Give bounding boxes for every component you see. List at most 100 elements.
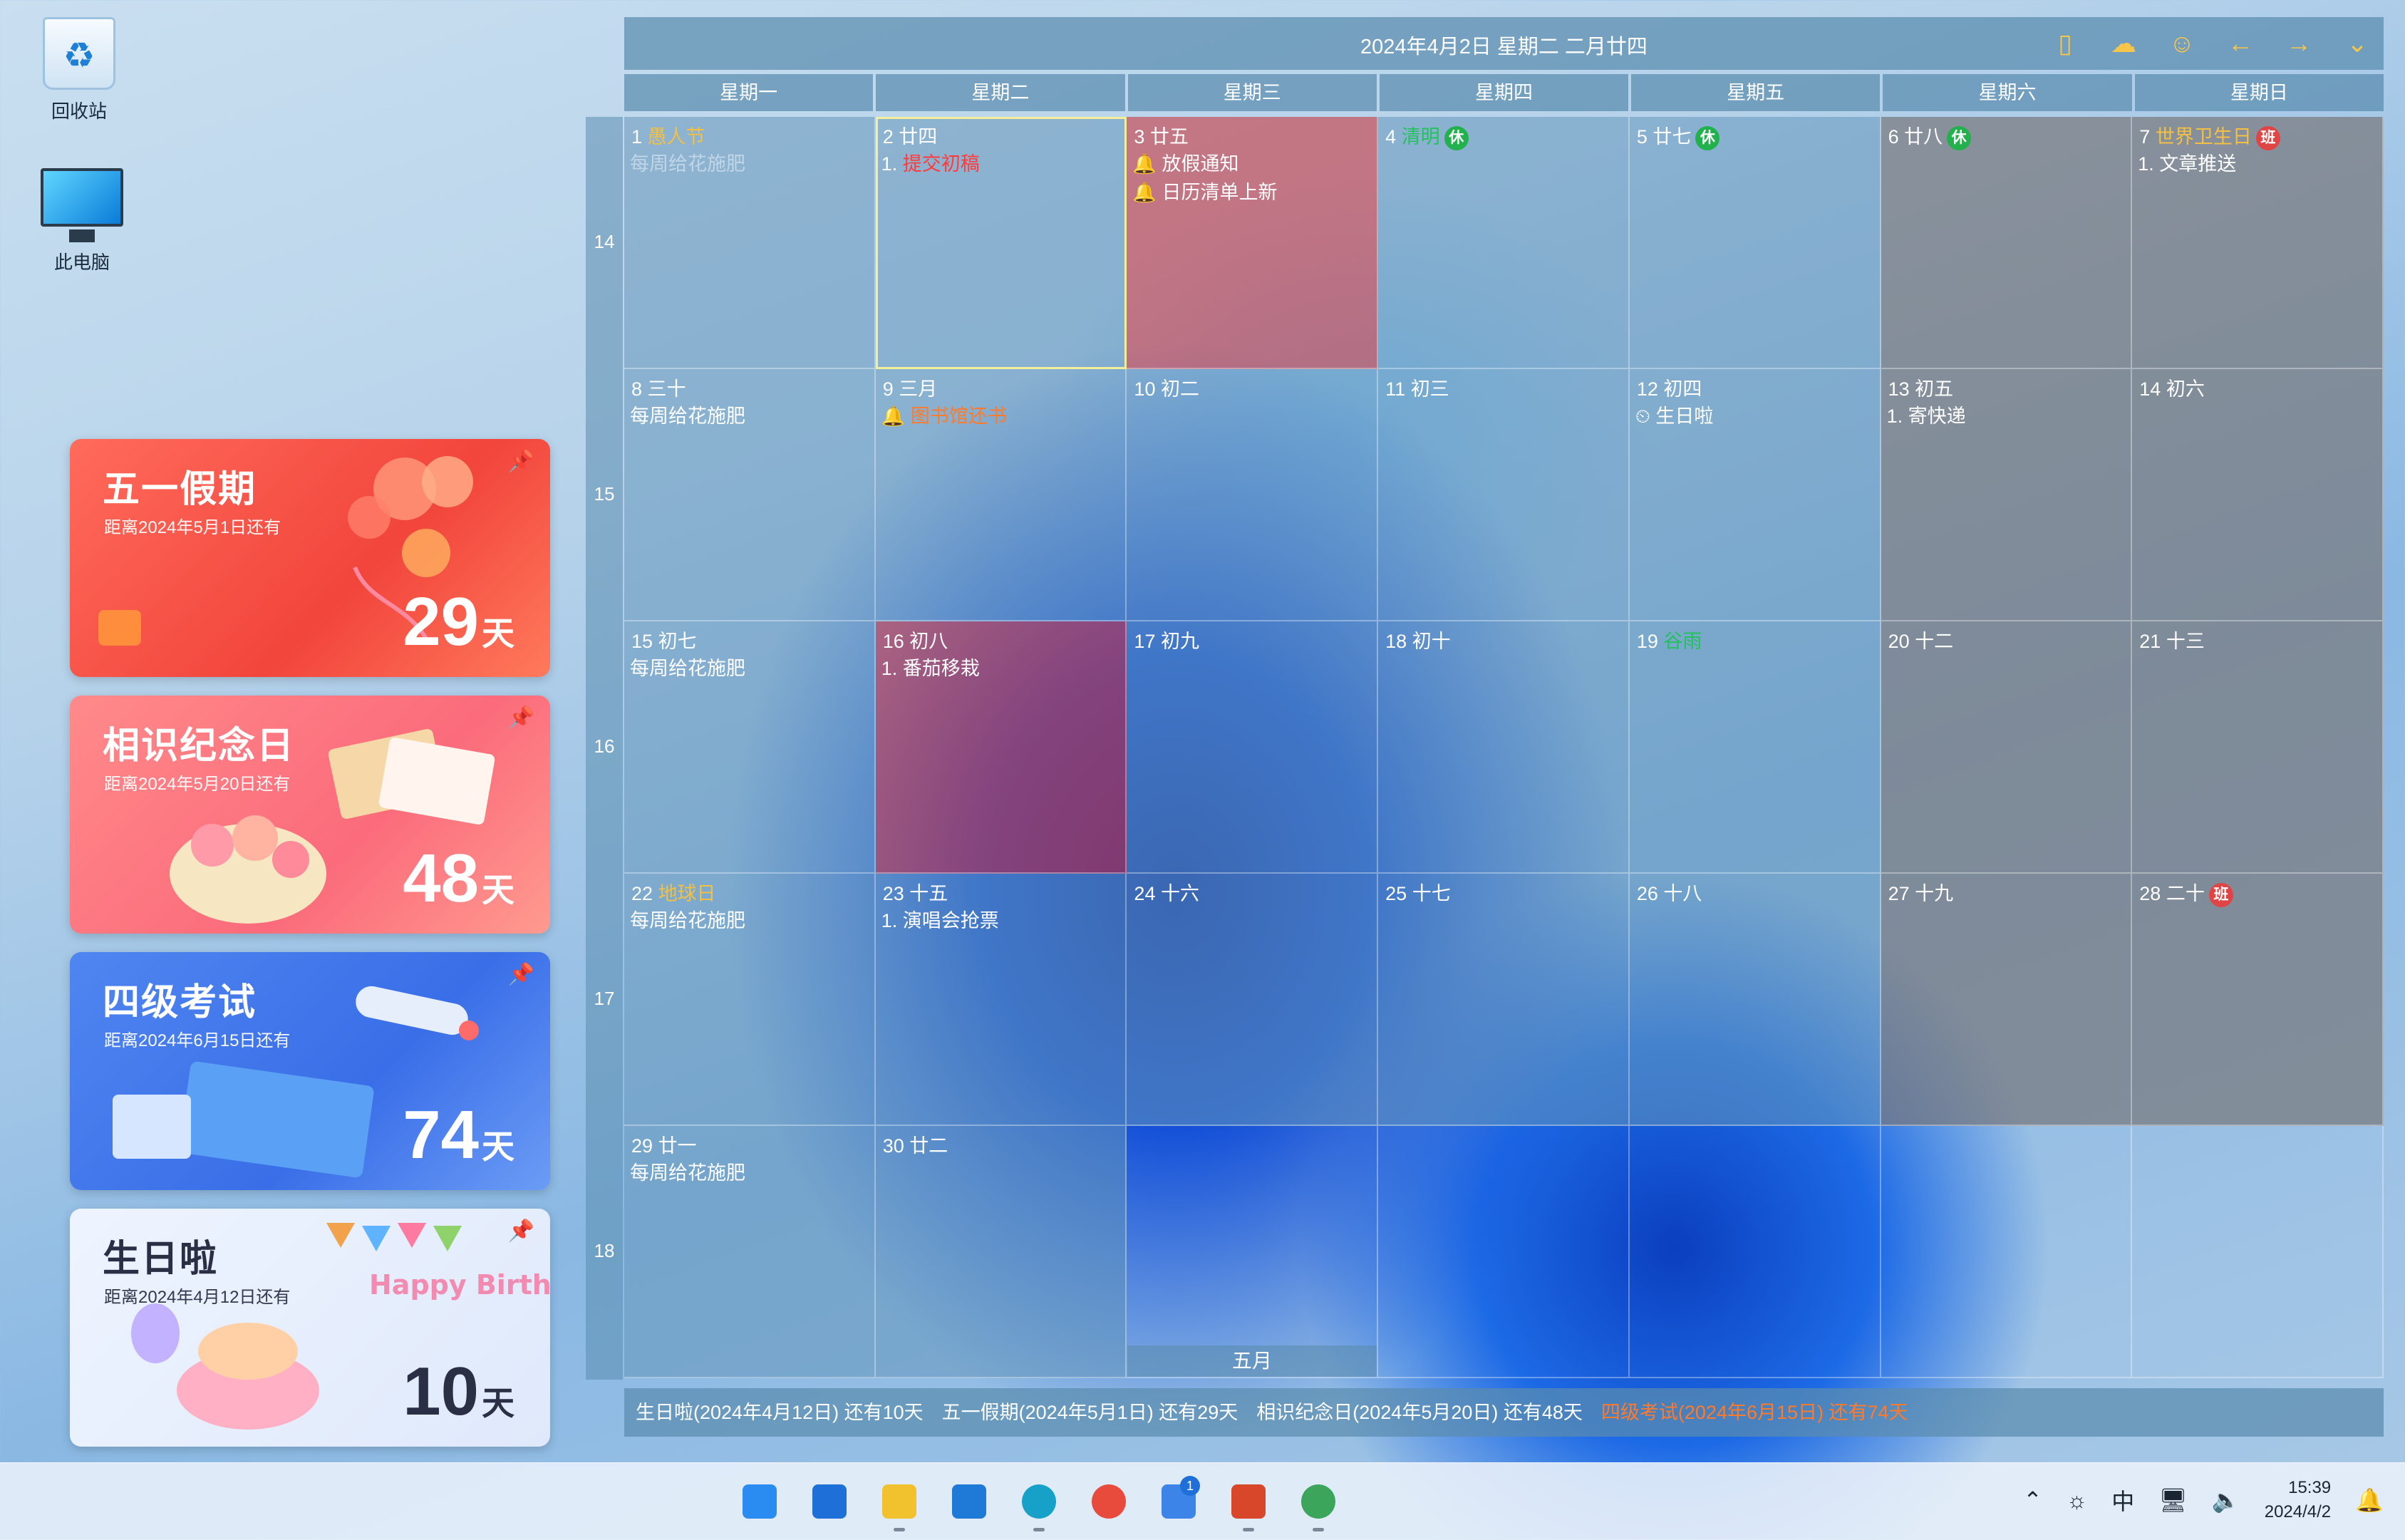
card-days-remaining: 29天 bbox=[403, 584, 514, 660]
event-item[interactable]: 🔔 放假通知 bbox=[1132, 148, 1238, 176]
day-cell[interactable]: 16 初八 1. 番茄移栽 bbox=[875, 621, 1127, 874]
weekday-header-row: 星期一 星期二 星期三 星期四 星期五 星期六 星期日 bbox=[624, 74, 2384, 111]
countdown-card-anniversary[interactable]: 相识纪念日 距离2024年5月20日还有 48天 📌 bbox=[70, 696, 550, 934]
card-title: 生日啦 bbox=[103, 1239, 219, 1280]
network-icon[interactable]: 🖥 bbox=[2158, 1487, 2188, 1514]
day-cell[interactable]: 3 廿五 🔔 放假通知 🔔 日历清单上新 bbox=[1127, 117, 1379, 369]
day-cell[interactable]: 27 十九 bbox=[1881, 874, 2133, 1126]
vscode-icon[interactable] bbox=[942, 1474, 996, 1529]
system-tray: ⌃ ☼ 中 🖥 🔈 15:39 2024/4/2 🔔 bbox=[2023, 1476, 2384, 1524]
arrow-left-icon[interactable]: ← bbox=[2224, 27, 2257, 60]
cloud-sync-icon[interactable]: ☁ bbox=[2107, 27, 2140, 60]
ime-indicator[interactable]: 中 bbox=[2111, 1484, 2134, 1516]
todo-icon[interactable]: 1 bbox=[1152, 1474, 1206, 1529]
day-cell[interactable]: 12 初四 ⏲ 生日啦 bbox=[1629, 369, 1881, 621]
week-number: 16 bbox=[594, 735, 615, 757]
day-cell[interactable]: 2 廿四 1. 提交初稿 bbox=[875, 117, 1127, 369]
countdown-card-birthday[interactable]: Happy BirthDay 生日啦 距离2024年4月12日还有 10天 📌 bbox=[70, 1209, 550, 1447]
user-icon[interactable]: ☺ bbox=[2166, 27, 2198, 60]
day-cell[interactable]: 6 廿八休 bbox=[1881, 117, 2133, 369]
start-icon[interactable] bbox=[733, 1474, 787, 1529]
day-cell[interactable]: 26 十八 bbox=[1629, 874, 1881, 1126]
week-number: 15 bbox=[594, 483, 615, 505]
weekday-label: 星期一 bbox=[624, 74, 874, 111]
this-pc-shortcut[interactable]: 此电脑 bbox=[29, 168, 135, 274]
day-cell[interactable]: 7 世界卫生日班 1. 文章推送 bbox=[2132, 117, 2384, 369]
countdown-summary-item[interactable]: 四级考试(2024年6月15日) 还有74天 bbox=[1601, 1402, 1908, 1423]
chrome-icon[interactable] bbox=[1082, 1474, 1136, 1529]
weekday-label: 星期六 bbox=[1883, 74, 2132, 111]
day-cell[interactable]: 14 初六 bbox=[2132, 369, 2384, 621]
day-cell[interactable]: 8 三十 每周给花施肥 bbox=[624, 369, 876, 621]
countdown-summary-item[interactable]: 相识纪念日(2024年5月20日) 还有48天 bbox=[1256, 1402, 1583, 1423]
arrow-right-icon[interactable]: → bbox=[2282, 27, 2315, 60]
pin-icon[interactable]: 📌 bbox=[508, 962, 534, 987]
day-number-label: 19 谷雨 bbox=[1636, 631, 1702, 652]
day-cell[interactable]: 18 初十 bbox=[1378, 621, 1630, 874]
card-subtitle: 距离2024年5月1日还有 bbox=[104, 518, 281, 537]
event-item[interactable]: 🔔 日历清单上新 bbox=[1132, 177, 1277, 205]
event-item[interactable]: 每周给花施肥 bbox=[630, 653, 745, 681]
pin-icon[interactable]: 📌 bbox=[508, 706, 534, 730]
clock[interactable]: 15:39 2024/4/2 bbox=[2265, 1476, 2331, 1524]
day-number-label: 25 十七 bbox=[1385, 883, 1451, 904]
day-cell[interactable]: 28 二十班 bbox=[2132, 874, 2384, 1126]
day-number-label: 8 三十 bbox=[631, 378, 686, 400]
day-cell[interactable]: 15 初七 每周给花施肥 bbox=[624, 621, 876, 874]
empty-day-cell bbox=[1881, 1126, 2133, 1378]
day-cell[interactable]: 29 廿一 每周给花施肥 bbox=[624, 1126, 876, 1378]
brightness-icon[interactable]: ☼ bbox=[2067, 1487, 2087, 1514]
day-cell[interactable]: 11 初三 bbox=[1378, 369, 1630, 621]
workday-badge: 班 bbox=[2208, 882, 2233, 907]
day-cell[interactable]: 22 地球日 每周给花施肥 bbox=[624, 874, 876, 1126]
file-explorer-icon[interactable] bbox=[872, 1474, 926, 1531]
day-cell[interactable]: 24 十六 bbox=[1127, 874, 1379, 1126]
event-item[interactable]: 1. 寄快递 bbox=[1887, 400, 1966, 428]
recycle-bin-shortcut[interactable]: 回收站 bbox=[26, 17, 133, 123]
event-item[interactable]: 每周给花施肥 bbox=[630, 400, 745, 428]
countdown-card-cet4[interactable]: 四级考试 距离2024年6月15日还有 74天 📌 bbox=[70, 952, 550, 1190]
day-cell[interactable]: 1 愚人节 每周给花施肥 bbox=[624, 117, 876, 369]
day-number-label: 11 初三 bbox=[1385, 378, 1449, 400]
event-item[interactable]: 1. 提交初稿 bbox=[881, 148, 980, 176]
event-item[interactable]: 每周给花施肥 bbox=[630, 1157, 745, 1185]
search-icon[interactable] bbox=[802, 1474, 857, 1529]
day-cell[interactable]: 21 十三 bbox=[2132, 621, 2384, 874]
event-item[interactable]: 每周给花施肥 bbox=[630, 148, 745, 176]
countdown-summary-item[interactable]: 五一假期(2024年5月1日) 还有29天 bbox=[942, 1402, 1238, 1423]
chevron-down-icon[interactable]: ⌄ bbox=[2341, 27, 2374, 60]
countdown-summary-item[interactable]: 生日啦(2024年4月12日) 还有10天 bbox=[636, 1402, 924, 1423]
event-item[interactable]: 每周给花施肥 bbox=[630, 905, 745, 933]
day-cell[interactable]: 20 十二 bbox=[1881, 621, 2133, 874]
chevron-up-icon[interactable]: ⌃ bbox=[2023, 1487, 2042, 1514]
powerpoint-icon[interactable] bbox=[1221, 1474, 1276, 1531]
event-item[interactable]: ⏲ 生日啦 bbox=[1635, 400, 1714, 428]
notification-bell-icon[interactable]: 🔔 bbox=[2355, 1487, 2384, 1514]
pin-icon[interactable]: 📌 bbox=[508, 449, 534, 474]
chrome-profile-icon[interactable] bbox=[1291, 1474, 1345, 1531]
mobile-icon[interactable]: ▯ bbox=[2049, 27, 2081, 60]
day-cell[interactable]: 9 三月 🔔 图书馆还书 bbox=[875, 369, 1127, 621]
taskbar-apps: 1 bbox=[733, 1474, 1345, 1531]
volume-icon[interactable]: 🔈 bbox=[2212, 1487, 2240, 1514]
event-item[interactable]: 1. 演唱会抢票 bbox=[881, 905, 999, 933]
event-item[interactable]: 🔔 图书馆还书 bbox=[881, 400, 1007, 428]
day-cell[interactable]: 4 清明休 bbox=[1378, 117, 1630, 369]
day-cell[interactable]: 30 廿二 bbox=[875, 1126, 1127, 1378]
day-cell[interactable]: 25 十七 bbox=[1378, 874, 1630, 1126]
countdown-card-labor-day[interactable]: 五一假期 距离2024年5月1日还有 29天 📌 bbox=[70, 439, 550, 677]
day-cell[interactable]: 5 廿七休 bbox=[1629, 117, 1881, 369]
event-item[interactable]: 1. 文章推送 bbox=[2138, 148, 2236, 176]
day-cell[interactable]: 10 初二 bbox=[1127, 369, 1379, 621]
event-item[interactable]: 1. 番茄移栽 bbox=[881, 653, 980, 681]
day-cell[interactable]: 19 谷雨 bbox=[1629, 621, 1881, 874]
day-cell[interactable]: 23 十五 1. 演唱会抢票 bbox=[875, 874, 1127, 1126]
card-title: 四级考试 bbox=[103, 982, 257, 1023]
day-number-label: 13 初五 bbox=[1888, 378, 1954, 400]
pin-icon[interactable]: 📌 bbox=[508, 1219, 534, 1244]
day-cell[interactable]: 17 初九 bbox=[1127, 621, 1379, 874]
day-cell[interactable]: 13 初五 1. 寄快递 bbox=[1881, 369, 2133, 621]
edge-icon[interactable] bbox=[1012, 1474, 1066, 1531]
day-number-label: 29 廿一 bbox=[631, 1135, 697, 1157]
holiday-badge: 休 bbox=[1444, 125, 1469, 150]
